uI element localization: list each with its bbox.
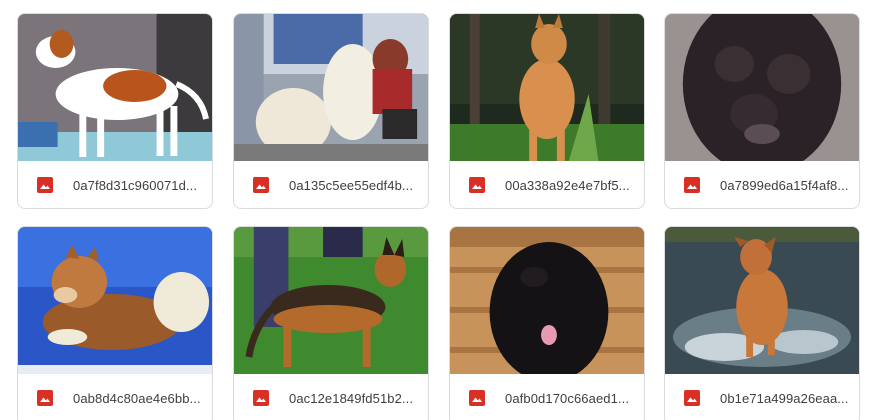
file-name: 0ab8d4c80ae4e6bb... [73,390,201,406]
file-card[interactable]: 0ac12e1849fd51b2... [233,226,429,420]
file-name: 0b1e71a499a26eaa... [720,390,849,406]
image-file-icon [684,390,700,406]
file-thumbnail [665,227,859,374]
file-card[interactable]: 0a7899ed6a15f4af8... [664,13,860,209]
file-thumbnail [450,227,644,374]
file-card[interactable]: 0afb0d170c66aed1... [449,226,645,420]
file-name: 00a338a92e4e7bf5... [505,177,630,193]
file-name: 0a7f8d31c960071d... [73,177,198,193]
image-file-icon [469,390,485,406]
file-name: 0a135c5ee55edf4b... [289,177,414,193]
file-thumbnail [450,14,644,161]
file-card[interactable]: 0a135c5ee55edf4b... [233,13,429,209]
file-card[interactable]: 00a338a92e4e7bf5... [449,13,645,209]
file-card[interactable]: 0a7f8d31c960071d... [17,13,213,209]
file-thumbnail [18,14,212,161]
image-file-icon [253,177,269,193]
image-file-icon [469,177,485,193]
file-name: 0afb0d170c66aed1... [505,390,630,406]
file-thumbnail [665,14,859,161]
image-file-icon [253,390,269,406]
file-thumbnail [234,227,428,374]
file-thumbnail [234,14,428,161]
file-name: 0a7899ed6a15f4af8... [720,177,849,193]
file-name: 0ac12e1849fd51b2... [289,390,414,406]
file-card[interactable]: 0b1e71a499a26eaa... [664,226,860,420]
file-card[interactable]: 0ab8d4c80ae4e6bb... [17,226,213,420]
file-grid: 0a7f8d31c960071d... 0a135c5ee55edf4b... … [0,0,878,420]
image-file-icon [37,177,53,193]
image-file-icon [37,390,53,406]
file-thumbnail [18,227,212,374]
image-file-icon [684,177,700,193]
